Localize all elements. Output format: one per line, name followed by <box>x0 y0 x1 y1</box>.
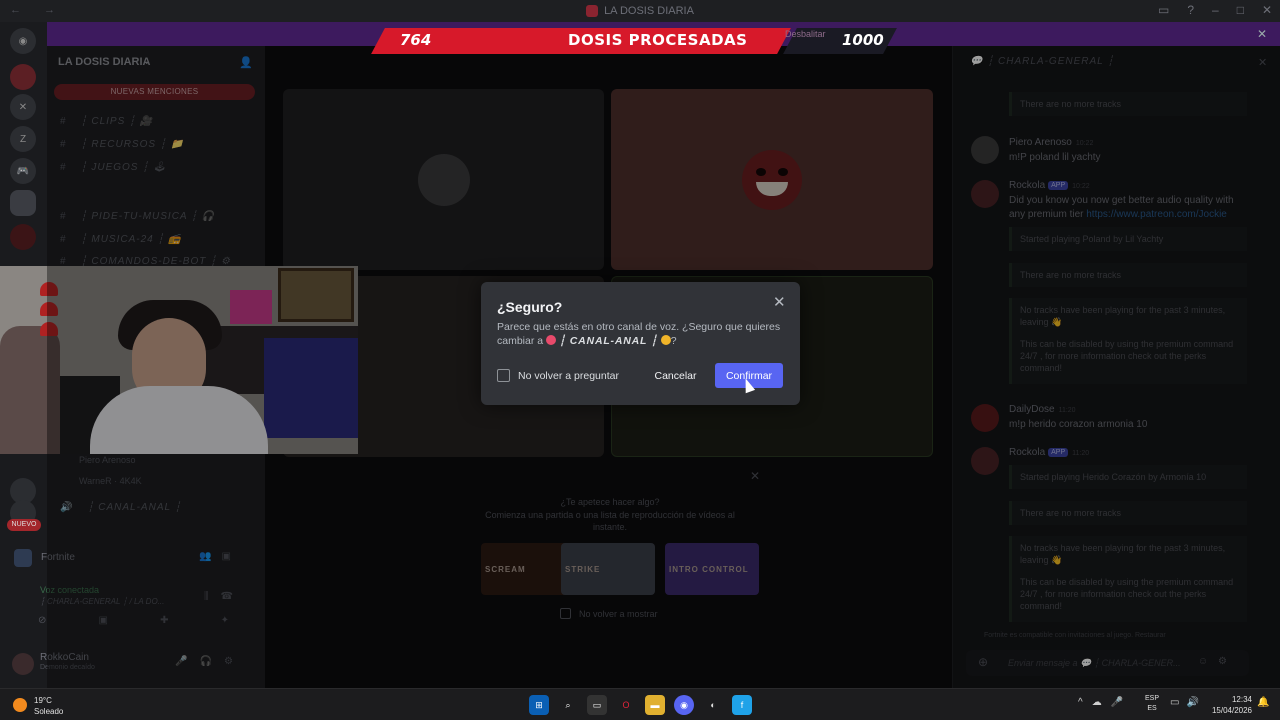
dialog-title: ¿Seguro? <box>497 299 563 315</box>
server-icon[interactable] <box>10 64 36 90</box>
server-icon[interactable]: 🎮 <box>10 158 36 184</box>
help-icon[interactable]: ? <box>1187 3 1194 17</box>
clock[interactable]: 12:34 15/04/2026 <box>1208 694 1252 716</box>
file-explorer-icon[interactable]: ▬ <box>645 695 665 715</box>
taskbar: 19°C Soleado ⊞ ⌕ ▭ O ▬ ◉ ◐ f ^☁🎤 ESP ES ▭🔊… <box>0 688 1280 720</box>
processed-count: 764 <box>400 31 432 49</box>
inbox-icon[interactable]: ▭ <box>1158 3 1169 17</box>
tray-icons[interactable]: ^☁🎤 <box>1078 697 1132 708</box>
goal-count: 1000 <box>842 31 884 49</box>
language-indicator[interactable]: ESP ES <box>1145 694 1159 714</box>
server-icon[interactable]: Z <box>10 126 36 152</box>
nav-arrows-icon[interactable]: ← → <box>10 4 65 16</box>
obs-icon[interactable]: ◐ <box>703 695 723 715</box>
game-icon <box>14 549 32 567</box>
notification-icon[interactable]: 🔔 <box>1257 697 1269 708</box>
close-icon[interactable]: ✕ <box>773 293 786 311</box>
close-icon[interactable]: ✕ <box>1257 27 1267 41</box>
dont-ask-label[interactable]: No volver a preguntar <box>518 370 619 382</box>
server-icon[interactable] <box>10 190 36 216</box>
opera-icon[interactable]: O <box>616 695 636 715</box>
server-icon[interactable]: ✕ <box>10 94 36 120</box>
sun-icon[interactable] <box>13 698 27 712</box>
start-icon[interactable]: ⊞ <box>529 695 549 715</box>
server-icon[interactable] <box>10 224 36 250</box>
cancel-button[interactable]: Cancelar <box>647 364 704 388</box>
new-badge[interactable]: NUEVO <box>7 519 41 531</box>
discord-icon[interactable]: ◉ <box>674 695 694 715</box>
discord-home-icon[interactable]: ◉ <box>10 28 36 54</box>
minimize-button[interactable]: – <box>1212 3 1219 17</box>
channel-mention: ┆ CANAL-ANAL ┆ <box>558 335 658 347</box>
camera-off-icon[interactable]: ⊘ <box>38 615 46 637</box>
dialog-message: Parece que estás en otro canal de voz. ¿… <box>497 321 781 347</box>
app-icon[interactable]: f <box>732 695 752 715</box>
title-bar: ← → LA DOSIS DIARIA ▭ ? – □ ✕ <box>0 0 1280 22</box>
avatar[interactable] <box>12 653 34 675</box>
dont-ask-checkbox[interactable] <box>497 369 510 382</box>
system-icons[interactable]: ▭🔊 <box>1170 697 1206 708</box>
maximize-button[interactable]: □ <box>1237 3 1244 17</box>
close-window-button[interactable]: ✕ <box>1262 3 1272 17</box>
task-view-icon[interactable]: ▭ <box>587 695 607 715</box>
emoji-icon <box>660 335 671 345</box>
server-logo-icon <box>586 5 599 17</box>
banner-tag: Desbalitar <box>785 29 826 39</box>
emoji-icon <box>546 335 557 345</box>
banner-title: DOSIS PROCESADAS <box>568 31 748 49</box>
search-icon[interactable]: ⌕ <box>558 695 578 715</box>
weather-widget[interactable]: 19°C Soleado <box>34 695 63 717</box>
window-title: LA DOSIS DIARIA <box>604 5 694 17</box>
